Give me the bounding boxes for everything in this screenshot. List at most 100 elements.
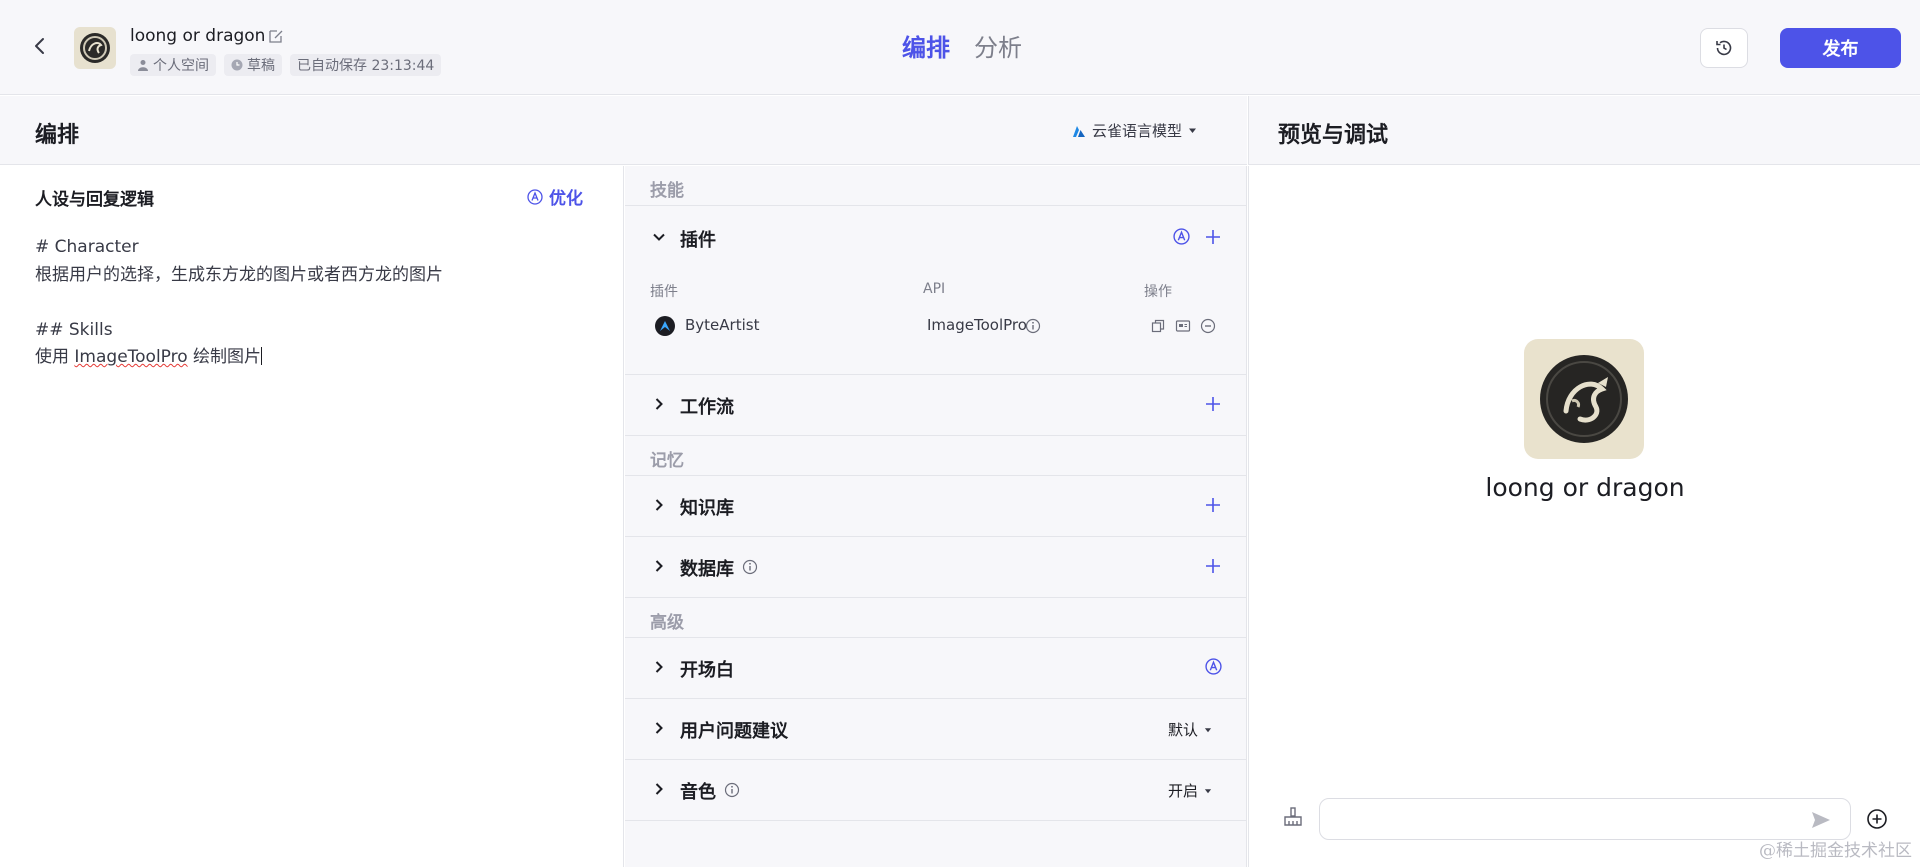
- prompt-line: ## Skills: [35, 319, 113, 340]
- ai-auto-icon[interactable]: [1173, 228, 1190, 245]
- clear-history-icon[interactable]: [1282, 806, 1304, 828]
- voice-value: 开启: [1167, 782, 1198, 800]
- caret-down-icon: [1189, 128, 1197, 133]
- tab-analysis[interactable]: 分析: [974, 28, 1022, 63]
- history-icon: [1716, 40, 1732, 56]
- skills-panel: 技能 插件 插件 API 操作 ByteArtist ImageToolPro …: [625, 166, 1247, 867]
- add-database-icon[interactable]: [1204, 557, 1222, 575]
- autosave-label: 已自动保存 23:13:44: [297, 58, 435, 74]
- top-bar: loong or dragon 个人空间 草稿 已自动保存 23:13:44 编…: [0, 0, 1920, 95]
- voice-dropdown[interactable]: 开启: [1168, 780, 1212, 801]
- arrange-header: 编排: [0, 96, 1247, 165]
- opening-label: 开场白: [680, 660, 734, 681]
- prompt-title: 人设与回复逻辑: [35, 190, 154, 210]
- bot-avatar[interactable]: [74, 27, 116, 69]
- plugin-row: ByteArtist ImageToolPro: [625, 314, 1246, 338]
- add-circle-icon[interactable]: [1866, 808, 1888, 830]
- prompt-line: 根据用户的选择，生成东方龙的图片或者西方龙的图片: [35, 264, 443, 285]
- optimize-button[interactable]: 优化: [527, 184, 583, 209]
- plugins-section: 插件 插件 API 操作 ByteArtist ImageToolPro: [625, 206, 1246, 375]
- suggestion-value: 默认: [1167, 721, 1198, 739]
- ai-auto-icon: [527, 188, 543, 205]
- bot-name: loong or dragon: [130, 26, 266, 46]
- model-select[interactable]: 云雀语言模型: [1072, 120, 1197, 141]
- plugins-label[interactable]: 插件: [680, 226, 716, 252]
- misspelled-word: ImageToolPro: [74, 347, 188, 367]
- clock-icon: [231, 59, 243, 71]
- byteartist-icon: [660, 321, 670, 331]
- info-icon[interactable]: [1025, 318, 1041, 334]
- preview-title: 预览与调试: [1278, 123, 1389, 148]
- arrange-title: 编排: [35, 123, 80, 148]
- chevron-right-icon: [655, 783, 663, 795]
- prompt-line: # Character: [35, 237, 139, 257]
- prompt-line: 使用: [35, 347, 75, 367]
- caret-down-icon: [1204, 788, 1212, 793]
- voice-label: 音色: [680, 782, 716, 803]
- dragon-icon: [80, 33, 110, 63]
- send-icon[interactable]: [1810, 809, 1832, 831]
- preview-bot-name: loong or dragon: [1485, 473, 1685, 502]
- column-header-api: API: [923, 281, 946, 297]
- prompt-editor[interactable]: # Character 根据用户的选择，生成东方龙的图片或者西方龙的图片 ## …: [35, 234, 595, 372]
- image-settings-icon[interactable]: [1175, 318, 1191, 334]
- database-label: 数据库: [680, 559, 734, 580]
- watermark: @稀土掘金技术社区: [1759, 841, 1912, 861]
- optimize-label: 优化: [549, 189, 583, 209]
- space-label: 个人空间: [153, 58, 209, 74]
- space-badge: 个人空间: [130, 54, 216, 76]
- api-name: ImageToolPro: [927, 316, 1027, 334]
- publish-button[interactable]: 发布: [1780, 28, 1901, 68]
- edit-icon[interactable]: [268, 28, 284, 44]
- tab-arrange[interactable]: 编排: [902, 28, 950, 63]
- database-section[interactable]: 数据库: [625, 537, 1246, 598]
- preview-panel: loong or dragon: [1248, 166, 1920, 867]
- knowledge-label: 知识库: [680, 498, 734, 519]
- column-header-plugin: 插件: [650, 284, 678, 300]
- prompt-panel: 人设与回复逻辑 优化 # Character 根据用户的选择，生成东方龙的图片或…: [0, 166, 624, 867]
- workflow-section[interactable]: 工作流: [625, 375, 1246, 436]
- ai-auto-icon[interactable]: [1205, 658, 1222, 675]
- model-label: 云雀语言模型: [1092, 122, 1183, 140]
- user-icon: [138, 60, 148, 71]
- voice-section[interactable]: 音色 开启: [625, 760, 1246, 821]
- top-tabs: 编排 分析: [902, 28, 1022, 63]
- add-plugin-icon[interactable]: [1204, 228, 1222, 246]
- preview-header: 预览与调试: [1248, 96, 1920, 165]
- workflow-label: 工作流: [680, 397, 734, 418]
- chevron-right-icon: [655, 722, 663, 734]
- add-workflow-icon[interactable]: [1204, 395, 1222, 413]
- chevron-right-icon: [655, 398, 663, 410]
- advanced-group-label: 高级: [625, 598, 1246, 638]
- info-icon[interactable]: [742, 559, 758, 575]
- chat-input[interactable]: [1319, 798, 1851, 840]
- suggestion-dropdown[interactable]: 默认: [1168, 719, 1212, 740]
- knowledge-section[interactable]: 知识库: [625, 476, 1246, 537]
- info-icon[interactable]: [724, 782, 740, 798]
- column-header-ops: 操作: [1144, 284, 1172, 300]
- suggestion-label: 用户问题建议: [680, 721, 788, 742]
- chevron-down-icon[interactable]: [652, 230, 666, 244]
- add-knowledge-icon[interactable]: [1204, 496, 1222, 514]
- dragon-icon: [1540, 355, 1628, 443]
- text-caret: [261, 347, 263, 365]
- autosave-status: 已自动保存 23:13:44: [290, 54, 442, 76]
- bot-meta: 个人空间 草稿 已自动保存 23:13:44: [130, 54, 442, 76]
- lark-model-icon: [1073, 125, 1085, 137]
- suggestion-section[interactable]: 用户问题建议 默认: [625, 699, 1246, 760]
- opening-section[interactable]: 开场白: [625, 638, 1246, 699]
- back-arrow-icon[interactable]: [28, 34, 52, 58]
- chevron-right-icon: [655, 499, 663, 511]
- skills-group-label: 技能: [625, 166, 1246, 206]
- copy-icon[interactable]: [1150, 318, 1166, 334]
- preview-bot-avatar: [1524, 339, 1644, 459]
- status-label: 草稿: [247, 58, 275, 74]
- plugin-name: ByteArtist: [685, 316, 760, 334]
- history-button[interactable]: [1700, 28, 1748, 68]
- remove-icon[interactable]: [1200, 318, 1216, 334]
- memory-group-label: 记忆: [625, 436, 1246, 476]
- status-badge: 草稿: [224, 54, 282, 76]
- prompt-line: 绘制图片: [187, 347, 262, 367]
- byteartist-logo: [655, 316, 675, 336]
- chevron-right-icon: [655, 661, 663, 673]
